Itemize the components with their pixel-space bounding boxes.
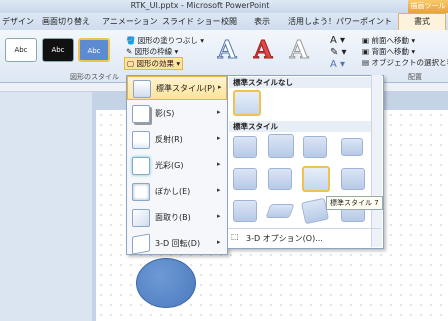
wordart-style-3[interactable]: A [284, 35, 314, 64]
preset-7[interactable] [302, 166, 330, 192]
gallery-header-none: 標準スタイルなし [229, 77, 382, 88]
send-backward-button[interactable]: ▣ 背面へ移動 ▾ [362, 46, 415, 57]
menu-label-glow: 光彩(G) [155, 161, 184, 170]
bevel-icon [132, 209, 150, 227]
three-d-options-icon: ⬚ [231, 232, 239, 241]
shape-fill-button[interactable]: 🪣 図形の塗りつぶし ▾ [126, 35, 204, 46]
ellipse-shape[interactable] [136, 258, 196, 308]
tab-animations[interactable]: アニメーション [102, 16, 158, 27]
tab-review[interactable]: 校閲 [221, 16, 237, 27]
menu-item-soft-edges[interactable]: ぼかし(E) ▸ [127, 180, 227, 204]
three-d-options-label: 3-D オプション(O)... [246, 234, 323, 243]
menu-item-preset[interactable]: 標準スタイル(P) ▸ [127, 76, 227, 100]
three-d-options-row[interactable]: ⬚ 3-D オプション(O)... [228, 228, 381, 247]
window-title: RTK_UI.pptx - Microsoft PowerPoint [130, 1, 270, 10]
context-tab-drawing-tools: 描画ツール [408, 0, 448, 13]
preset-tooltip: 標準スタイル 7 [326, 196, 383, 210]
menu-item-glow[interactable]: 光彩(G) ▸ [127, 154, 227, 178]
text-outline-icon[interactable]: ✎ ▾ [330, 47, 347, 58]
tab-powerpoint-tips[interactable]: 活用しよう！パワーポイント [288, 16, 392, 27]
selection-pane-label: オブジェクトの選択と表示 [371, 58, 448, 67]
wordart-style-1[interactable]: A [212, 35, 242, 64]
shape-effects-button[interactable]: ▢ 図形の効果 ▾ [124, 57, 184, 70]
menu-label-reflection: 反射(R) [155, 135, 183, 144]
menu-label-bevel: 面取り(B) [155, 213, 191, 222]
menu-label-3d-rotation: 3-D 回転(D) [155, 239, 201, 248]
preset-4[interactable] [341, 138, 363, 156]
chevron-right-icon: ▸ [218, 83, 222, 91]
shape-outline-label: 図形の枠線 [134, 47, 173, 56]
shape-effects-menu: 標準スタイル(P) ▸ 影(S) ▸ 反射(R) ▸ 光彩(G) ▸ ぼかし(E… [126, 75, 228, 255]
preset-5[interactable] [233, 168, 257, 190]
chevron-right-icon: ▸ [217, 186, 221, 194]
chevron-right-icon: ▸ [217, 108, 221, 116]
group-label-shape-styles: 図形のスタイル [70, 73, 119, 81]
bring-forward-button[interactable]: ▣ 前面へ移動 ▾ [362, 35, 415, 46]
glow-icon [132, 157, 150, 175]
preset-icon [133, 80, 151, 98]
preset-none[interactable] [233, 90, 261, 116]
menu-label-soft-edges: ぼかし(E) [155, 187, 191, 196]
shape-style-black[interactable]: Abc [42, 38, 74, 62]
preset-1[interactable] [233, 136, 257, 158]
menu-item-shadow[interactable]: 影(S) ▸ [127, 102, 227, 126]
chevron-right-icon: ▸ [217, 238, 221, 246]
menu-item-3d-rotation[interactable]: 3-D 回転(D) ▸ [127, 232, 227, 256]
gallery-scrollbar[interactable] [371, 75, 382, 247]
preset-6[interactable] [268, 168, 292, 190]
preset-2[interactable] [268, 134, 294, 158]
shape-style-blue[interactable]: Abc [78, 38, 110, 62]
shape-fill-label: 図形の塗りつぶし [137, 36, 198, 45]
preset-gallery: 標準スタイルなし 標準スタイル [227, 75, 384, 249]
menu-item-reflection[interactable]: 反射(R) ▸ [127, 128, 227, 152]
soft-edges-icon [132, 183, 150, 201]
tab-design[interactable]: デザイン [2, 16, 34, 27]
shape-style-white[interactable]: Abc [5, 38, 37, 62]
tab-transitions[interactable]: 画面切り替え [42, 16, 90, 27]
ribbon-tab-bar: デザイン 画面切り替え アニメーション スライド ショー 校閲 表示 活用しよう… [0, 13, 448, 31]
send-backward-label: 背面へ移動 [371, 47, 409, 56]
selection-pane-button[interactable]: ▤ オブジェクトの選択と表示 [362, 57, 448, 68]
gallery-header-presets: 標準スタイル [229, 121, 382, 132]
preset-9[interactable] [233, 200, 257, 222]
tab-format[interactable]: 書式 [398, 13, 446, 30]
menu-label-shadow: 影(S) [155, 109, 175, 118]
chevron-right-icon: ▸ [217, 212, 221, 220]
menu-label-preset: 標準スタイル(P) [156, 84, 216, 93]
group-label-arrange: 配置 [408, 73, 422, 81]
tab-view[interactable]: 表示 [254, 16, 270, 27]
chevron-right-icon: ▸ [217, 134, 221, 142]
text-effects-icon[interactable]: A ▾ [330, 59, 345, 70]
3d-rotation-icon [132, 233, 150, 255]
reflection-icon [132, 131, 150, 149]
shape-outline-button[interactable]: ✎ 図形の枠線 ▾ [126, 46, 178, 57]
preset-11[interactable] [300, 197, 330, 225]
preset-3[interactable] [303, 136, 327, 158]
shape-effects-label: 図形の効果 [136, 59, 174, 68]
chevron-right-icon: ▸ [217, 160, 221, 168]
menu-item-bevel[interactable]: 面取り(B) ▸ [127, 206, 227, 230]
preset-10[interactable] [265, 204, 295, 218]
shadow-icon [132, 105, 150, 123]
slide-thumbnail-pane[interactable] [0, 92, 92, 321]
tab-slideshow[interactable]: スライド ショー [162, 16, 221, 27]
bring-forward-label: 前面へ移動 [371, 36, 409, 45]
preset-8[interactable] [341, 168, 365, 190]
text-fill-icon[interactable]: A ▾ [330, 35, 345, 46]
wordart-style-2[interactable]: A [248, 35, 278, 64]
